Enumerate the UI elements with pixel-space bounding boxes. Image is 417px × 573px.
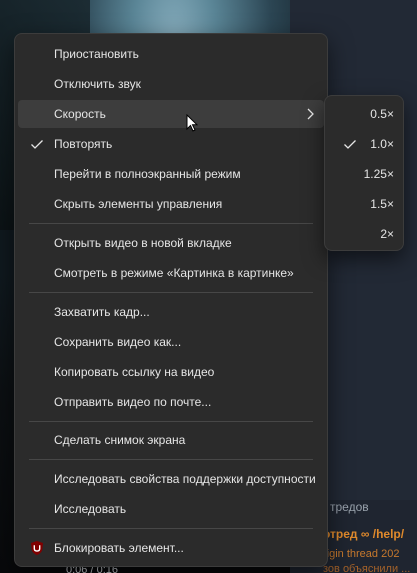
menu-separator <box>29 459 313 460</box>
menu-item-label: Исследовать <box>54 502 127 516</box>
speed-option-1-0x[interactable]: 1.0× <box>328 130 400 158</box>
menu-item-label: Отправить видео по почте... <box>54 395 212 409</box>
menu-item-copy-video-link[interactable]: Копировать ссылку на видео <box>18 358 324 386</box>
check-icon <box>344 140 356 149</box>
menu-item-label: Открыть видео в новой вкладке <box>54 236 232 250</box>
menu-item-label: Исследовать свойства поддержки доступнос… <box>54 472 316 486</box>
menu-item-label: Сохранить видео как... <box>54 335 182 349</box>
menu-item-label: Приостановить <box>54 47 139 61</box>
browser-viewport: тредов отред ∞ /help/ rigin thread 202 з… <box>0 0 417 573</box>
speed-option-label: 2× <box>380 227 394 241</box>
chevron-right-icon <box>307 108 314 120</box>
menu-item-speed[interactable]: Скорость <box>18 100 324 128</box>
speed-option-label: 1.25× <box>363 167 394 181</box>
menu-item-label: Блокировать элемент... <box>54 541 184 555</box>
menu-item-capture-frame[interactable]: Захватить кадр... <box>18 298 324 326</box>
menu-item-email-video[interactable]: Отправить видео по почте... <box>18 388 324 416</box>
menu-item-screenshot[interactable]: Сделать снимок экрана <box>18 426 324 454</box>
menu-item-label: Повторять <box>54 137 113 151</box>
speed-option-2x[interactable]: 2× <box>328 220 400 248</box>
menu-item-label: Перейти в полноэкранный режим <box>54 167 241 181</box>
menu-item-loop[interactable]: Повторять <box>18 130 324 158</box>
mouse-pointer-icon <box>186 114 198 132</box>
menu-item-picture-in-picture[interactable]: Смотреть в режиме «Картинка в картинке» <box>18 259 324 287</box>
check-icon <box>31 140 43 149</box>
menu-separator <box>29 223 313 224</box>
menu-separator <box>29 292 313 293</box>
menu-separator <box>29 421 313 422</box>
menu-item-label: Скрыть элементы управления <box>54 197 223 211</box>
speed-option-label: 0.5× <box>370 107 394 121</box>
menu-item-pause[interactable]: Приостановить <box>18 40 324 68</box>
menu-item-label: Смотреть в режиме «Картинка в картинке» <box>54 266 294 280</box>
speed-option-0-5x[interactable]: 0.5× <box>328 100 400 128</box>
speed-option-1-25x[interactable]: 1.25× <box>328 160 400 188</box>
menu-item-inspect[interactable]: Исследовать <box>18 495 324 523</box>
ublock-shield-icon <box>31 541 43 555</box>
menu-item-save-video[interactable]: Сохранить видео как... <box>18 328 324 356</box>
menu-item-block-element[interactable]: Блокировать элемент... <box>18 534 324 562</box>
menu-separator <box>29 528 313 529</box>
speed-option-label: 1.0× <box>370 137 394 151</box>
menu-item-hide-controls[interactable]: Скрыть элементы управления <box>18 190 324 218</box>
menu-item-label: Копировать ссылку на видео <box>54 365 215 379</box>
menu-item-mute[interactable]: Отключить звук <box>18 70 324 98</box>
menu-item-label: Отключить звук <box>54 77 141 91</box>
menu-item-label: Захватить кадр... <box>54 305 150 319</box>
video-context-menu: Приостановить Отключить звук Скорость По… <box>14 33 328 567</box>
speed-option-label: 1.5× <box>370 197 394 211</box>
speed-option-1-5x[interactable]: 1.5× <box>328 190 400 218</box>
thread-subtitle: rigin thread 202 <box>323 548 400 560</box>
thread-link[interactable]: отред ∞ /help/ <box>323 527 404 541</box>
menu-item-label: Скорость <box>54 107 106 121</box>
menu-item-open-video-new-tab[interactable]: Открыть видео в новой вкладке <box>18 229 324 257</box>
menu-item-inspect-accessibility[interactable]: Исследовать свойства поддержки доступнос… <box>18 465 324 493</box>
threads-label: тредов <box>330 500 369 514</box>
thread-subtitle-2: зов объяснили ... <box>323 563 411 573</box>
menu-item-fullscreen[interactable]: Перейти в полноэкранный режим <box>18 160 324 188</box>
menu-item-label: Сделать снимок экрана <box>54 433 186 447</box>
speed-submenu: 0.5× 1.0× 1.25× 1.5× 2× <box>324 95 404 251</box>
